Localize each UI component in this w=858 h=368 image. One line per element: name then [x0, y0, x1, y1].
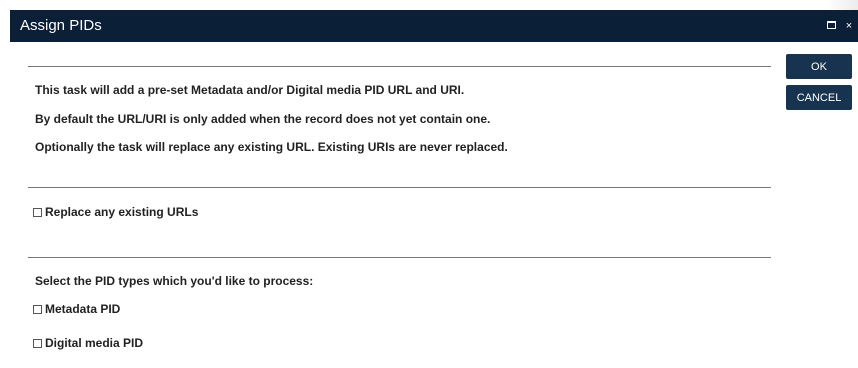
cancel-button[interactable]: CANCEL — [786, 85, 852, 110]
replace-urls-checkbox[interactable] — [33, 207, 42, 217]
description-line-2: By default the URL/URI is only added whe… — [35, 112, 491, 126]
metadata-pid-checkbox[interactable] — [33, 304, 42, 314]
description-line-3: Optionally the task will replace any exi… — [35, 140, 508, 154]
metadata-pid-label: Metadata PID — [45, 302, 121, 316]
digital-media-pid-checkbox[interactable] — [33, 338, 42, 348]
pid-types-prompt: Select the PID types which you'd like to… — [35, 274, 314, 288]
digital-media-pid-option[interactable]: Digital media PID — [33, 336, 143, 350]
metadata-pid-option[interactable]: Metadata PID — [33, 302, 120, 316]
digital-media-pid-label: Digital media PID — [45, 336, 144, 350]
dialog-titlebar: Assign PIDs × — [10, 10, 858, 42]
divider — [28, 66, 771, 67]
assign-pids-dialog: Assign PIDs × OK CANCEL This task will a… — [10, 10, 858, 368]
maximize-button[interactable] — [826, 20, 836, 32]
replace-urls-label: Replace any existing URLs — [45, 205, 199, 219]
background-fade — [826, 0, 858, 10]
divider — [28, 187, 771, 188]
dialog-title: Assign PIDs — [20, 17, 102, 34]
window-controls: × — [826, 20, 854, 32]
close-button[interactable]: × — [844, 20, 854, 32]
replace-urls-option[interactable]: Replace any existing URLs — [33, 205, 198, 219]
maximize-icon — [826, 21, 836, 29]
ok-button[interactable]: OK — [786, 54, 852, 79]
description-line-1: This task will add a pre-set Metadata an… — [35, 83, 465, 97]
divider — [28, 257, 771, 258]
